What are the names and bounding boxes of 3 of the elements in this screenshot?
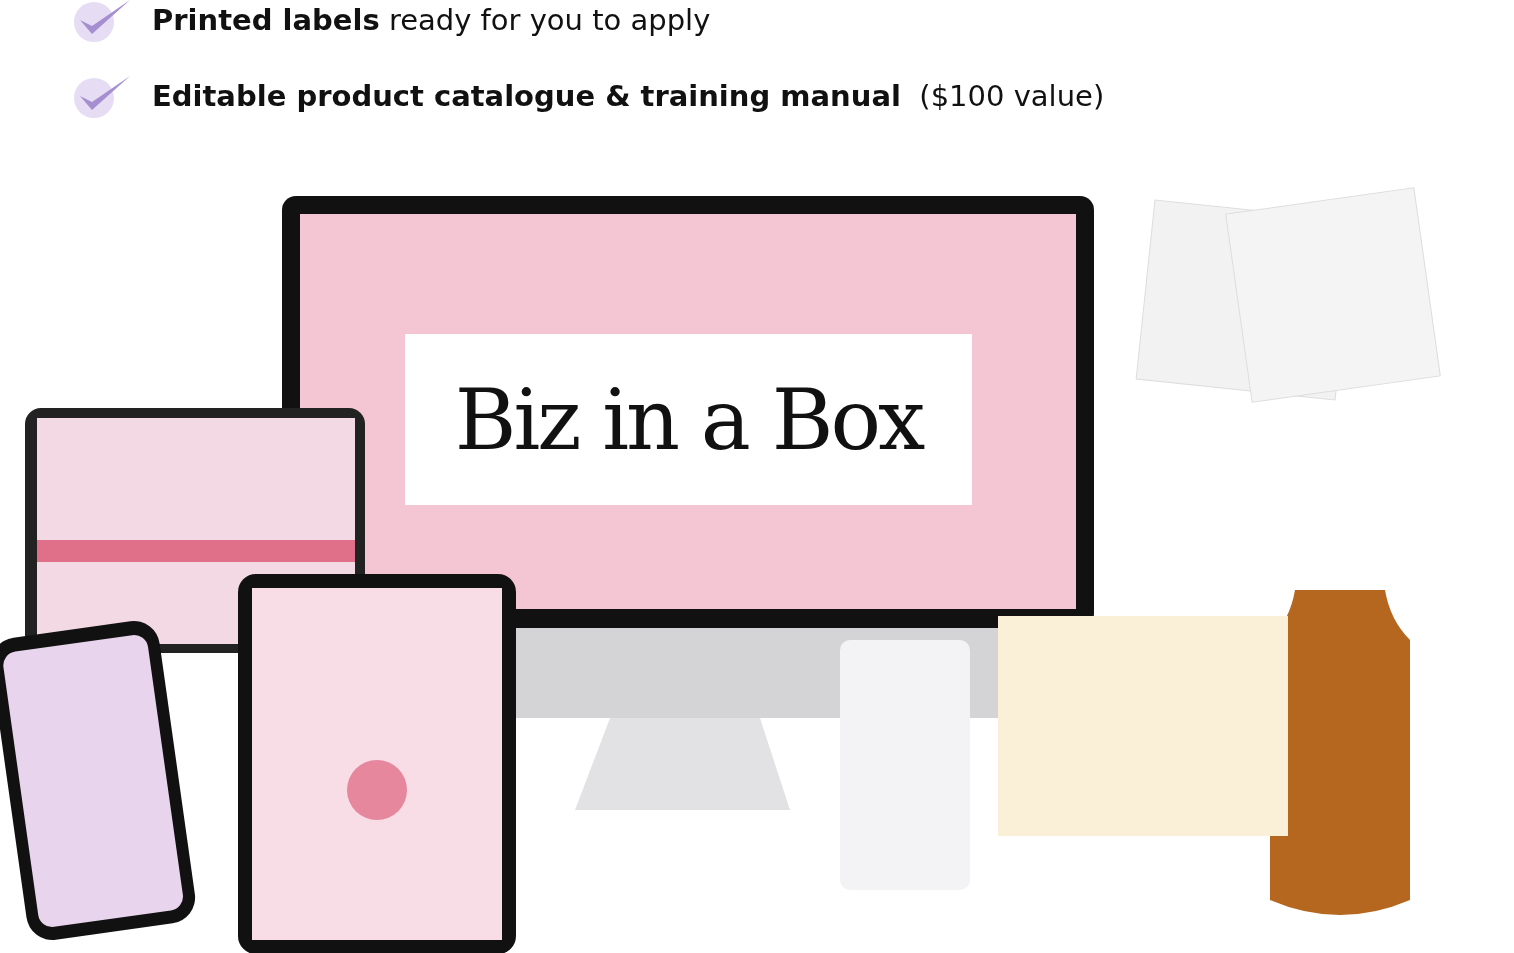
benefit-text: Editable product catalogue & training manual ($100 value) [152, 79, 1105, 113]
hero-title: Biz in a Box [454, 370, 923, 469]
benefit-text: Printed labels ready for you to apply [152, 3, 711, 37]
